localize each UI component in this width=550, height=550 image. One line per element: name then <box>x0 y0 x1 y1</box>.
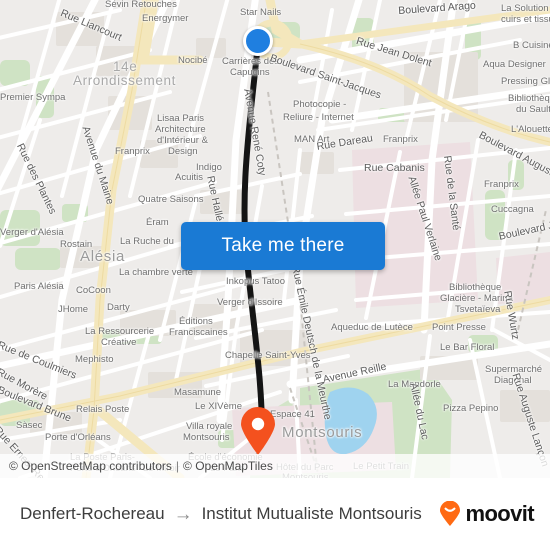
map-canvas[interactable]: Star Nails Energymer Nocibé Carrières des Ca… <box>0 0 550 478</box>
moovit-wordmark: moovit <box>465 501 534 526</box>
attribution-openmaptiles[interactable]: © OpenMapTiles <box>183 459 273 473</box>
map-attribution: © OpenStreetMap contributors | © OpenMap… <box>0 454 550 478</box>
trip-origin-label: Denfert-Rochereau <box>20 504 165 523</box>
take-me-there-label: Take me there <box>221 235 345 256</box>
attribution-separator: | <box>175 459 180 473</box>
moovit-logo[interactable]: moovit <box>437 501 535 527</box>
attribution-osm[interactable]: © OpenStreetMap contributors <box>9 459 172 473</box>
trip-destination-label: Institut Mutualiste Montsouris <box>201 504 422 523</box>
moovit-trip-screen: Star Nails Energymer Nocibé Carrières des Ca… <box>0 0 550 550</box>
origin-marker[interactable] <box>243 26 273 56</box>
moovit-pin-icon <box>440 501 461 526</box>
take-me-there-button[interactable]: Take me there <box>181 222 385 270</box>
trip-endpoints: Denfert-Rochereau → Institut Mutualiste … <box>20 504 429 524</box>
arrow-right-icon: → <box>173 503 193 525</box>
destination-marker[interactable] <box>239 406 277 456</box>
trip-summary-bar: Denfert-Rochereau → Institut Mutualiste … <box>0 478 550 550</box>
